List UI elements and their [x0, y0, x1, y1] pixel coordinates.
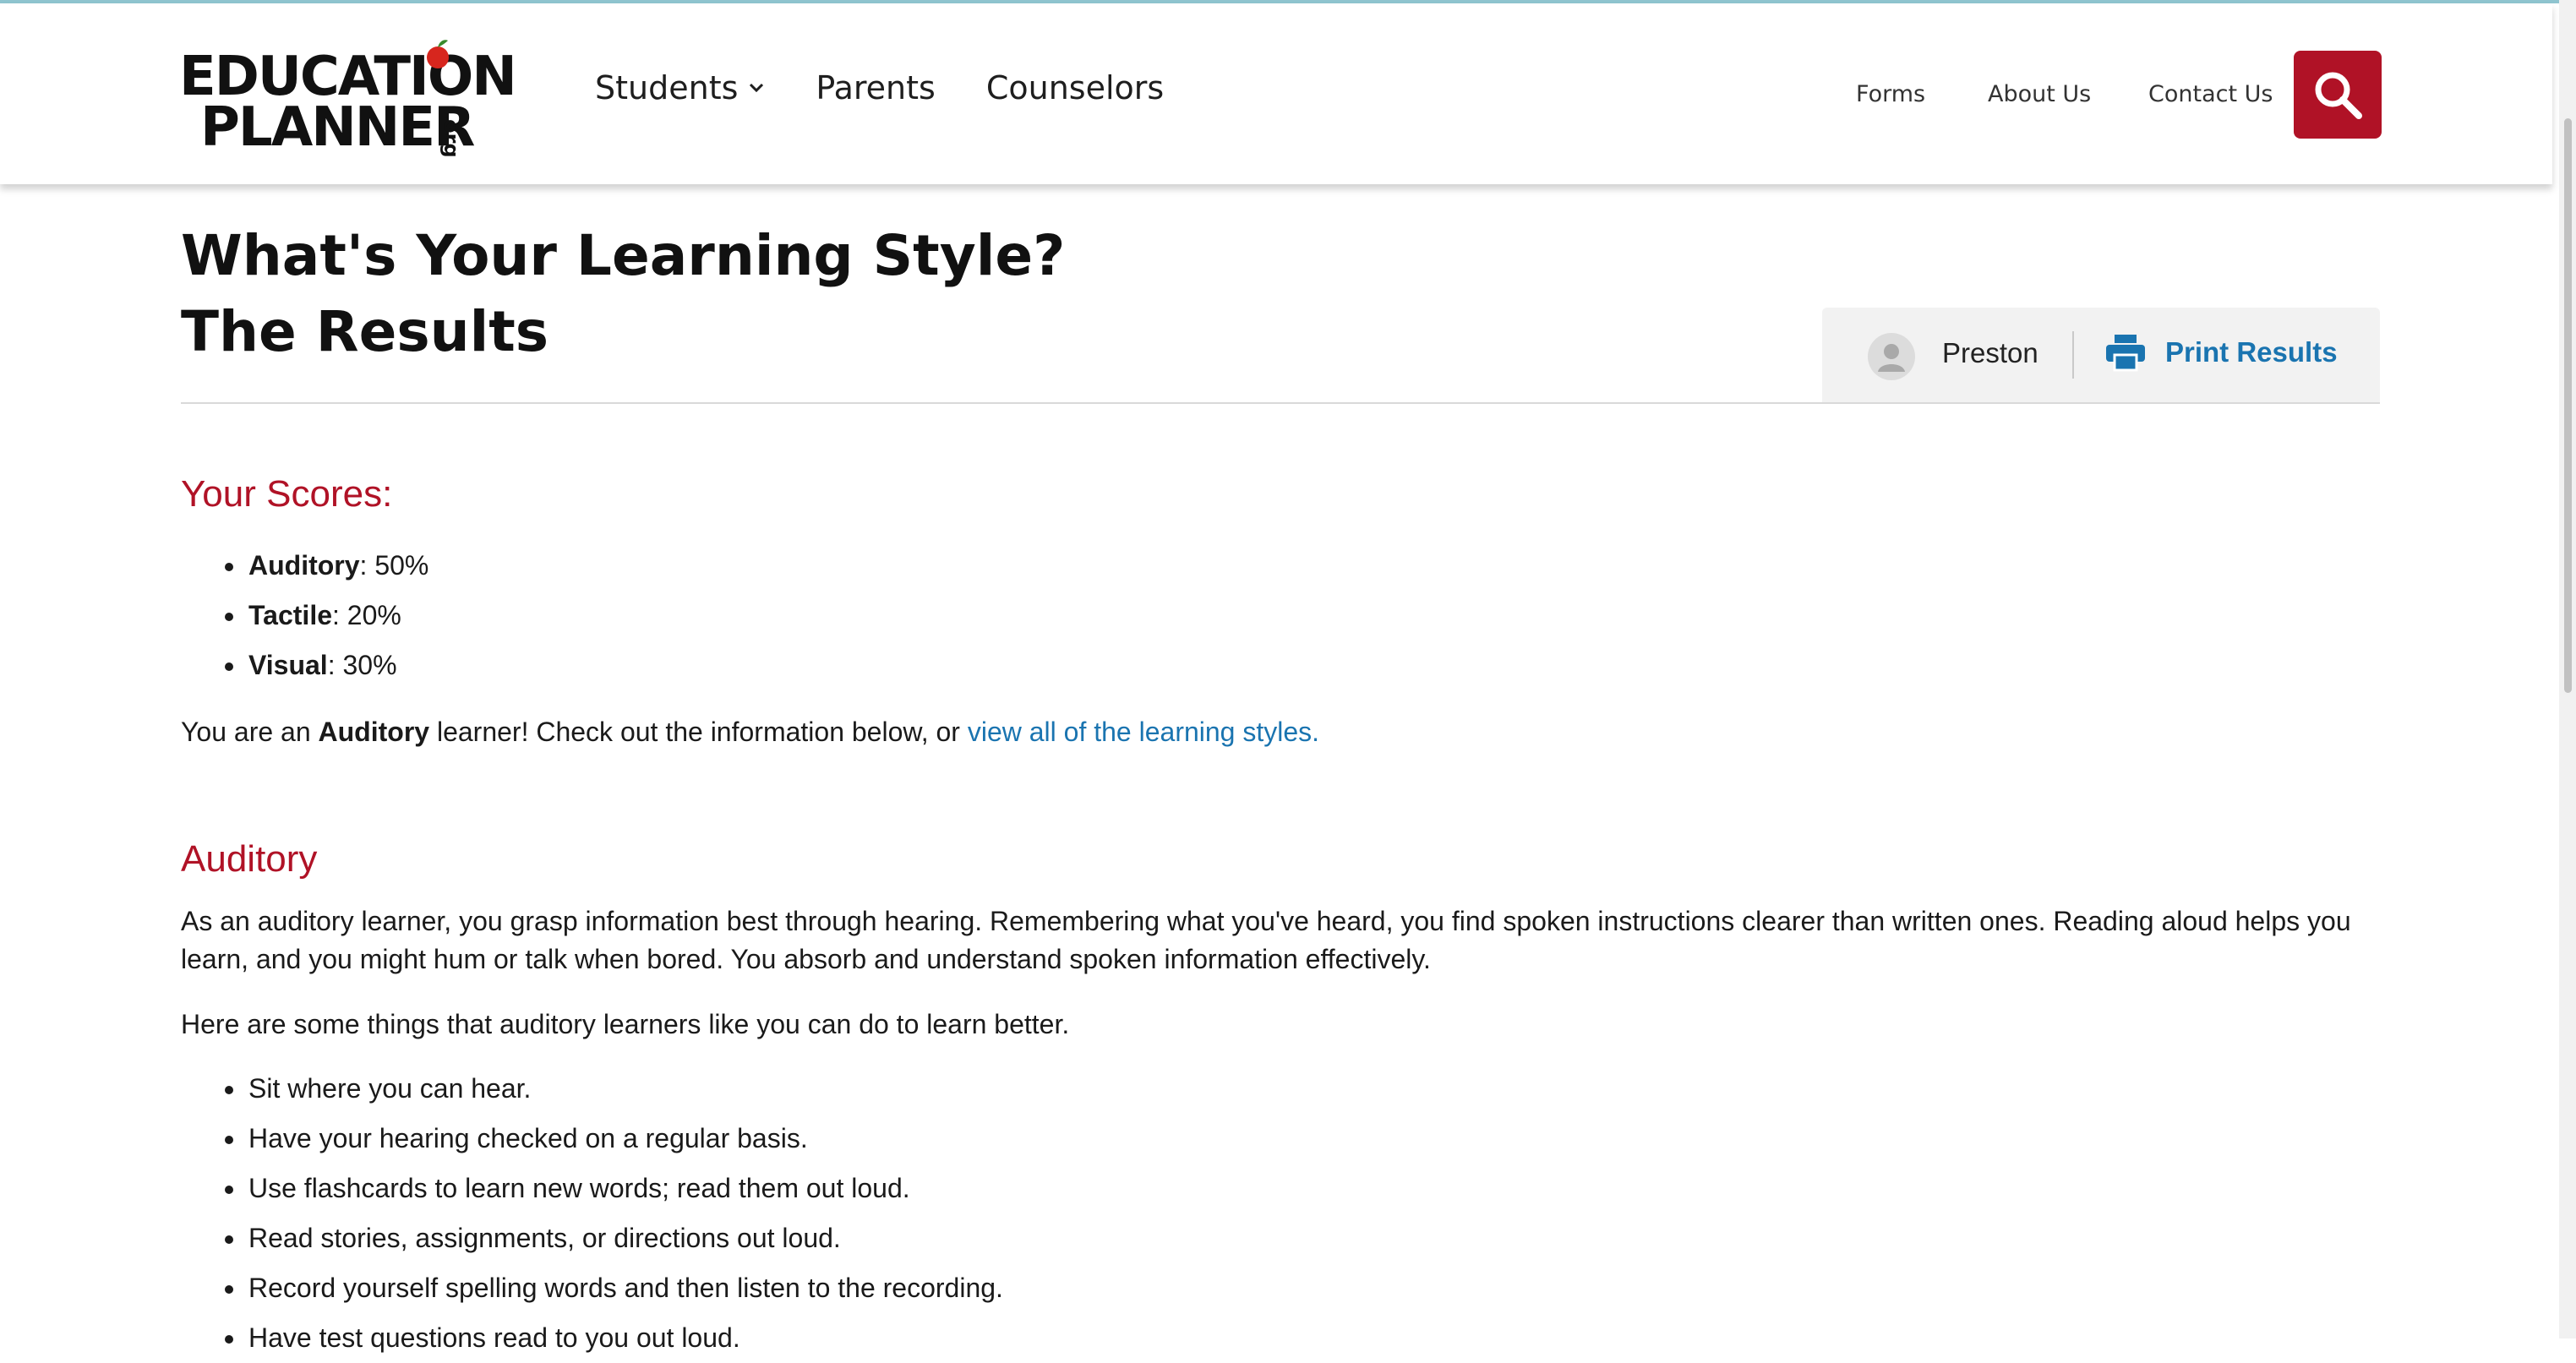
score-value: : 30% — [327, 650, 397, 680]
logo-suffix: .org — [439, 112, 463, 158]
summary-style: Auditory — [318, 717, 430, 747]
scores-heading: Your Scores: — [181, 473, 393, 515]
nav-forms[interactable]: Forms — [1856, 81, 1925, 107]
site-header: EDUCATION PLANNER .org Students Parents … — [0, 3, 2552, 184]
nav-students[interactable]: Students — [595, 69, 765, 106]
logo-line-2: PLANNER — [200, 96, 475, 159]
score-value: : 50% — [359, 550, 429, 581]
list-item: Use flashcards to learn new words; read … — [181, 1164, 1003, 1213]
nav-counselors[interactable]: Counselors — [986, 69, 1164, 106]
page-title-line-1: What's Your Learning Style? — [181, 223, 1066, 288]
apple-icon — [427, 40, 449, 68]
chevron-down-icon — [750, 83, 764, 93]
nav-students-label: Students — [595, 69, 739, 106]
nav-parents-label: Parents — [816, 69, 936, 106]
title-divider — [181, 402, 2380, 404]
tips-list: Sit where you can hear. Have your hearin… — [181, 1064, 1003, 1363]
auditory-description: As an auditory learner, you grasp inform… — [181, 906, 2351, 974]
nav-counselors-label: Counselors — [985, 69, 1165, 106]
view-all-styles-link[interactable]: view all of the learning styles. — [968, 717, 1319, 747]
nav-about-us[interactable]: About Us — [1988, 81, 2091, 107]
search-icon — [2315, 72, 2362, 119]
summary-prefix: You are an — [181, 717, 319, 747]
score-name: Auditory — [248, 550, 360, 581]
page-title: What's Your Learning Style? The Results — [181, 218, 1065, 370]
user-name: Preston — [1942, 337, 2038, 368]
print-results-label: Print Results — [2165, 336, 2338, 368]
score-name: Tactile — [248, 600, 332, 630]
page-title-line-2: The Results — [181, 299, 549, 364]
primary-nav: Students Parents Counselors — [595, 69, 1214, 106]
tips-intro: Here are some things that auditory learn… — [181, 1009, 1070, 1039]
auditory-heading: Auditory — [181, 838, 318, 880]
summary-middle: learner! Check out the information below… — [429, 717, 968, 747]
list-item: Tactile: 20% — [181, 591, 428, 641]
nav-contact-us[interactable]: Contact Us — [2148, 81, 2273, 107]
result-summary: You are an Auditory learner! Check out t… — [181, 713, 2378, 751]
search-button[interactable] — [2294, 51, 2382, 139]
printer-icon — [2106, 335, 2145, 372]
results-toolbar: Preston Print Results — [1822, 308, 2380, 402]
score-name: Visual — [248, 650, 328, 680]
toolbar-divider — [2072, 331, 2074, 379]
education-planner-logo[interactable]: EDUCATION PLANNER .org — [179, 40, 517, 159]
list-item: Auditory: 50% — [181, 541, 428, 591]
list-item: Visual: 30% — [181, 641, 428, 690]
print-results-link[interactable]: Print Results — [2104, 333, 2338, 372]
avatar — [1868, 333, 1915, 380]
scrollbar-thumb[interactable] — [2564, 118, 2572, 693]
user-icon — [1878, 344, 1905, 372]
list-item: Record yourself spelling words and then … — [181, 1263, 1003, 1313]
score-value: : 20% — [332, 600, 401, 630]
list-item: Read stories, assignments, or directions… — [181, 1213, 1003, 1263]
list-item: Have your hearing checked on a regular b… — [181, 1114, 1003, 1164]
nav-parents[interactable]: Parents — [816, 69, 935, 106]
scores-list: Auditory: 50% Tactile: 20% Visual: 30% — [181, 541, 428, 690]
list-item: Sit where you can hear. — [181, 1064, 1003, 1114]
